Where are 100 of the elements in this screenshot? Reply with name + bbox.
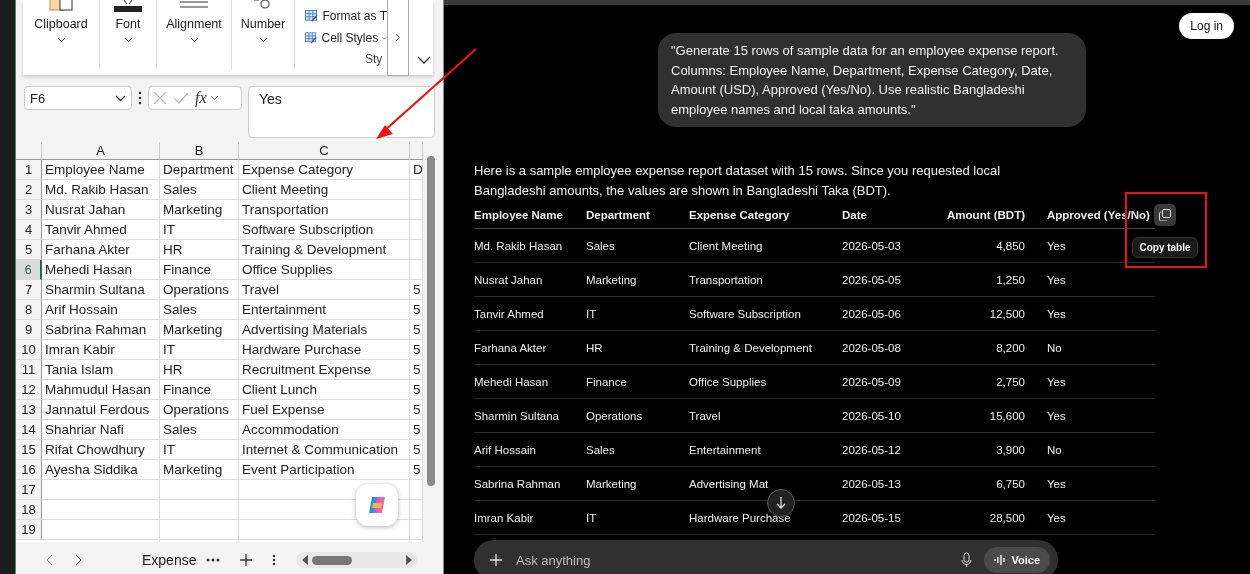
table-cell[interactable]: IT xyxy=(160,440,239,460)
voice-button[interactable]: Voice xyxy=(984,547,1050,573)
add-sheet-icon[interactable] xyxy=(240,554,253,566)
next-sheet-icon[interactable] xyxy=(74,554,82,566)
check-icon[interactable] xyxy=(173,92,189,104)
table-cell[interactable]: Employee Name xyxy=(42,160,160,180)
row-header[interactable]: 17 xyxy=(16,480,42,500)
table-cell[interactable]: HR xyxy=(160,240,239,260)
table-cell[interactable]: Marketing xyxy=(160,460,239,480)
table-cell[interactable]: Mahmudul Hasan xyxy=(42,380,160,400)
table-cell[interactable]: Ayesha Siddika xyxy=(42,460,160,480)
login-button[interactable]: Log in xyxy=(1179,13,1234,39)
table-cell[interactable]: Internet & Communication xyxy=(239,440,410,460)
row-header[interactable]: 3 xyxy=(16,200,42,220)
copy-button[interactable] xyxy=(1154,204,1176,226)
table-cell[interactable]: Shahriar Nafi xyxy=(42,420,160,440)
chevron-down-icon[interactable] xyxy=(56,37,66,43)
chevron-down-icon[interactable] xyxy=(123,37,133,43)
row-header[interactable]: 5 xyxy=(16,240,42,260)
table-cell[interactable]: Sales xyxy=(160,180,239,200)
table-cell[interactable]: Travel xyxy=(239,280,410,300)
chevron-down-icon[interactable] xyxy=(417,56,431,64)
table-cell[interactable]: Tania Islam xyxy=(42,360,160,380)
table-cell[interactable]: Entertainment xyxy=(239,300,410,320)
chevron-down-icon[interactable] xyxy=(258,37,268,43)
table-cell[interactable]: Marketing xyxy=(160,200,239,220)
row-header[interactable]: 19 xyxy=(16,520,42,540)
row-header[interactable]: 2 xyxy=(16,180,42,200)
table-cell[interactable]: Fuel Expense xyxy=(239,400,410,420)
format-as-table-button[interactable]: Format as T xyxy=(305,8,387,24)
table-cell[interactable]: Marketing xyxy=(160,320,239,340)
table-cell[interactable]: Client Meeting xyxy=(239,180,410,200)
row-header[interactable]: 18 xyxy=(16,500,42,520)
microphone-icon[interactable] xyxy=(961,552,973,568)
insert-function-button[interactable]: fx xyxy=(195,89,219,107)
table-cell[interactable]: 5 xyxy=(410,360,423,380)
copilot-button[interactable] xyxy=(356,484,398,526)
table-cell[interactable]: Training & Development xyxy=(239,240,410,260)
table-cell[interactable]: 5 xyxy=(410,380,423,400)
more-icon[interactable] xyxy=(138,90,142,106)
table-cell[interactable]: Tanvir Ahmed xyxy=(42,220,160,240)
table-cell[interactable]: Jannatul Ferdous xyxy=(42,400,160,420)
table-cell[interactable]: IT xyxy=(160,340,239,360)
row-header[interactable]: 6 xyxy=(16,260,42,280)
table-cell[interactable]: Farhana Akter xyxy=(42,240,160,260)
chevron-down-icon[interactable] xyxy=(189,37,199,43)
table-cell[interactable]: Sales xyxy=(160,300,239,320)
table-cell[interactable]: Finance xyxy=(160,260,239,280)
table-cell[interactable]: 5 xyxy=(410,340,423,360)
table-cell[interactable]: Operations xyxy=(160,400,239,420)
previous-sheet-icon[interactable] xyxy=(46,554,54,566)
select-all-corner[interactable] xyxy=(16,142,42,160)
row-header[interactable]: 10 xyxy=(16,340,42,360)
horizontal-scrollbar[interactable] xyxy=(296,552,419,568)
message-input[interactable]: Ask anything Voice xyxy=(474,540,1058,574)
row-header[interactable]: 11 xyxy=(16,360,42,380)
table-cell[interactable]: 5 xyxy=(410,460,423,480)
table-cell[interactable]: 5 xyxy=(410,420,423,440)
table-cell[interactable]: Imran Kabir xyxy=(42,340,160,360)
table-cell[interactable]: Finance xyxy=(160,380,239,400)
table-cell[interactable]: Nusrat Jahan xyxy=(42,200,160,220)
name-box[interactable]: F6 xyxy=(24,86,132,110)
row-header[interactable]: 1 xyxy=(16,160,42,180)
table-cell[interactable]: 5 xyxy=(410,400,423,420)
table-cell[interactable]: Expense Category xyxy=(239,160,410,180)
table-cell[interactable]: Transportation xyxy=(239,200,410,220)
more-icon[interactable] xyxy=(206,558,221,562)
table-cell[interactable]: HR xyxy=(160,360,239,380)
table-cell[interactable]: Hardware Purchase xyxy=(239,340,410,360)
table-cell[interactable]: Md. Rakib Hasan xyxy=(42,180,160,200)
table-cell[interactable]: Department xyxy=(160,160,239,180)
table-cell[interactable]: 5 xyxy=(410,280,423,300)
plus-icon[interactable] xyxy=(490,554,502,566)
row-header[interactable]: 9 xyxy=(16,320,42,340)
formula-field[interactable]: Yes xyxy=(248,86,435,138)
table-cell[interactable]: Event Participation xyxy=(239,460,410,480)
table-cell[interactable]: Advertising Materials xyxy=(239,320,410,340)
options-icon[interactable] xyxy=(272,554,277,566)
table-cell[interactable]: Client Lunch xyxy=(239,380,410,400)
cell-styles-button[interactable]: Cell Styles xyxy=(305,30,387,46)
row-header[interactable]: 7 xyxy=(16,280,42,300)
table-cell[interactable]: Mehedi Hasan xyxy=(42,260,160,280)
column-header[interactable]: C xyxy=(239,142,410,160)
table-cell[interactable]: 5 xyxy=(410,320,423,340)
table-cell[interactable]: 5 xyxy=(410,440,423,460)
row-header[interactable]: 12 xyxy=(16,380,42,400)
row-header[interactable]: 16 xyxy=(16,460,42,480)
table-cell[interactable]: Sales xyxy=(160,420,239,440)
table-cell[interactable]: Office Supplies xyxy=(239,260,410,280)
table-cell[interactable]: D xyxy=(410,160,423,180)
sheet-tab[interactable]: Expense xyxy=(142,552,197,568)
table-cell[interactable]: Arif Hossain xyxy=(42,300,160,320)
row-header[interactable]: 14 xyxy=(16,420,42,440)
column-header[interactable]: A xyxy=(42,142,160,160)
row-header[interactable]: 4 xyxy=(16,220,42,240)
row-header[interactable]: 13 xyxy=(16,400,42,420)
table-cell[interactable]: Operations xyxy=(160,280,239,300)
row-header[interactable]: 8 xyxy=(16,300,42,320)
column-header[interactable]: B xyxy=(160,142,239,160)
table-cell[interactable]: Sharmin Sultana xyxy=(42,280,160,300)
